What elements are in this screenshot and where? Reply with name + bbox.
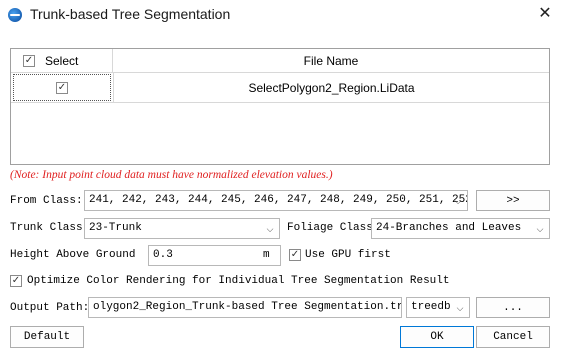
from-class-label: From Class: <box>10 195 83 207</box>
height-value: 0.3 <box>153 249 173 261</box>
use-gpu-label: Use GPU first <box>305 249 391 261</box>
column-header-file-name[interactable]: File Name <box>113 49 549 73</box>
optimize-color-checkbox[interactable]: ✓ <box>10 275 22 287</box>
select-all-checkbox[interactable]: ✓ <box>23 55 35 67</box>
row-checkbox[interactable]: ✓ <box>56 82 68 94</box>
trunk-class-value: 23-Trunk <box>89 222 142 234</box>
browse-button[interactable]: ... <box>476 297 550 318</box>
table-row[interactable]: ✓ SelectPolygon2_Region.LiData <box>11 73 549 103</box>
check-icon: ✓ <box>11 275 21 286</box>
row-select-cell[interactable]: ✓ <box>13 74 111 101</box>
output-path-input[interactable]: olygon2_Region_Trunk-based Tree Segmenta… <box>88 297 402 318</box>
height-above-ground-input[interactable]: 0.3 m <box>148 245 281 266</box>
from-class-value: 241, 242, 243, 244, 245, 246, 247, 248, … <box>89 194 467 206</box>
optimize-color-label: Optimize Color Rendering for Individual … <box>27 275 450 287</box>
app-logo-icon <box>8 8 22 22</box>
normalization-note: (Note: Input point cloud data must have … <box>10 169 333 181</box>
height-above-ground-label: Height Above Ground <box>10 249 136 261</box>
window-title: Trunk-based Tree Segmentation <box>30 6 231 22</box>
chevron-down-icon: ⌵ <box>454 196 462 206</box>
trunk-class-label: Trunk Class <box>10 222 83 234</box>
chevron-down-icon: ⌵ <box>536 224 544 234</box>
close-icon[interactable]: ✕ <box>536 4 554 24</box>
column-header-select-label: Select <box>45 54 79 68</box>
title-bar: Trunk-based Tree Segmentation ✕ <box>0 0 561 31</box>
cancel-button[interactable]: Cancel <box>476 326 550 348</box>
check-icon: ✓ <box>24 55 34 66</box>
table-header: ✓ Select File Name <box>11 49 549 73</box>
chevron-down-icon: ⌵ <box>456 303 464 313</box>
trunk-class-combo[interactable]: 23-Trunk ⌵ <box>84 218 280 239</box>
file-table: ✓ Select File Name ✓ SelectPolygon2_Regi… <box>10 48 550 165</box>
default-button[interactable]: Default <box>10 326 84 348</box>
output-path-label: Output Path: <box>10 302 90 314</box>
check-icon: ✓ <box>290 249 300 260</box>
chevron-down-icon: ⌵ <box>266 224 274 234</box>
foliage-class-value: 24-Branches and Leaves <box>376 222 522 234</box>
foliage-class-combo[interactable]: 24-Branches and Leaves ⌵ <box>371 218 550 239</box>
from-class-combo[interactable]: 241, 242, 243, 244, 245, 246, 247, 248, … <box>84 190 468 211</box>
check-icon: ✓ <box>57 82 67 93</box>
use-gpu-checkbox[interactable]: ✓ <box>289 249 301 261</box>
row-file-name: SelectPolygon2_Region.LiData <box>113 73 549 103</box>
ok-button[interactable]: OK <box>400 326 474 348</box>
output-format-value: treedb <box>411 301 451 313</box>
foliage-class-label: Foliage Class <box>287 222 373 234</box>
height-unit: m <box>263 249 270 261</box>
output-format-combo[interactable]: treedb ⌵ <box>406 297 470 318</box>
from-class-more-button[interactable]: >> <box>476 190 550 211</box>
column-header-select[interactable]: ✓ Select <box>11 49 113 73</box>
output-path-value: olygon2_Region_Trunk-based Tree Segmenta… <box>93 301 402 313</box>
